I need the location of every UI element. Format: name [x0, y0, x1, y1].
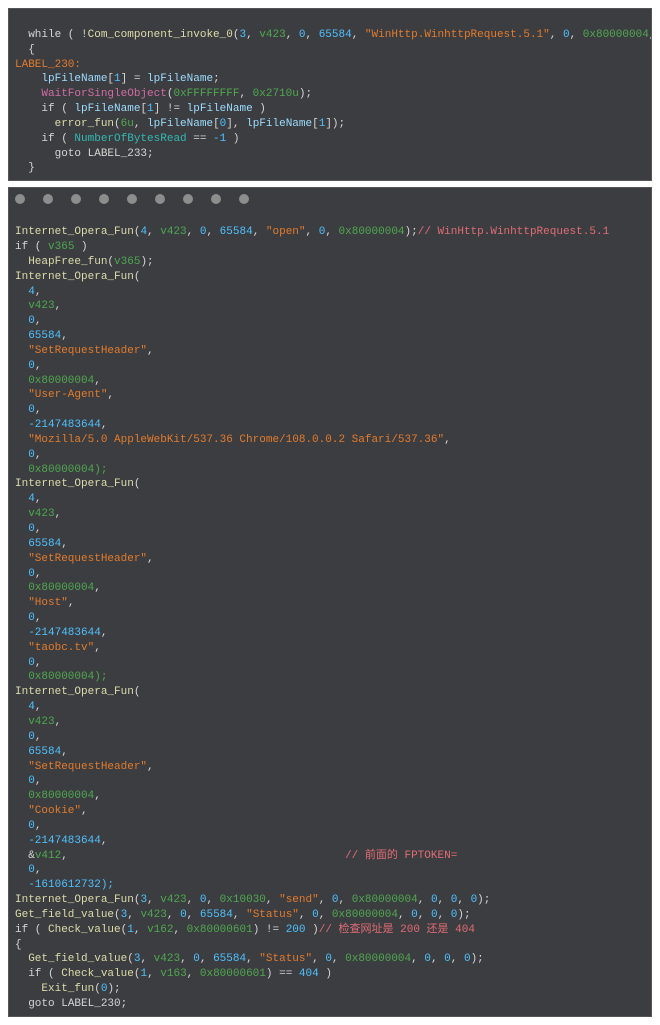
- code-line: if ( Check_value(1, v162, 0x80000601) !=…: [15, 924, 475, 936]
- code-line: Internet_Opera_Fun(: [15, 271, 140, 283]
- dot-icon: [99, 194, 109, 204]
- code-block-1: while ( !Com_component_invoke_0(3, v423,…: [8, 8, 652, 181]
- dot-icon: [155, 194, 165, 204]
- code-line: 0,: [15, 315, 41, 327]
- code-line: 65584,: [15, 538, 68, 550]
- code-line: 4,: [15, 493, 41, 505]
- code-line: {: [15, 939, 22, 951]
- code-line: "Host",: [15, 597, 74, 609]
- dot-icon: [127, 194, 137, 204]
- code-line: 4,: [15, 286, 41, 298]
- code-line: goto LABEL_233;: [15, 148, 154, 160]
- code-line: Get_field_value(3, v423, 0, 65584, "Stat…: [15, 909, 471, 921]
- code-line: -2147483644,: [15, 835, 107, 847]
- code-line: while ( !Com_component_invoke_0(3, v423,…: [15, 29, 652, 41]
- dot-icon: [211, 194, 221, 204]
- code-line: 0x80000004);: [15, 464, 107, 476]
- code-line: 0,: [15, 731, 41, 743]
- code-line: 0,: [15, 449, 41, 461]
- code-line: Internet_Opera_Fun(: [15, 478, 140, 490]
- code-line: goto LABEL_230;: [15, 998, 127, 1010]
- code-line: 0,: [15, 657, 41, 669]
- code-line: 0,: [15, 568, 41, 580]
- code-block-2: Internet_Opera_Fun(4, v423, 0, 65584, "o…: [8, 208, 652, 1017]
- code-line: if ( v365 ): [15, 241, 88, 253]
- code-line: 0,: [15, 864, 41, 876]
- code-line: "Cookie",: [15, 805, 88, 817]
- code-line: "taobc.tv",: [15, 642, 101, 654]
- code-line: -1610612732);: [15, 879, 114, 891]
- code-line: v423,: [15, 508, 61, 520]
- code-line: 0,: [15, 360, 41, 372]
- code-line: 65584,: [15, 330, 68, 342]
- dots-separator: [8, 187, 652, 208]
- dot-icon: [239, 194, 249, 204]
- code-line: if ( Check_value(1, v163, 0x80000601) ==…: [15, 968, 332, 980]
- code-line: "SetRequestHeader",: [15, 761, 154, 773]
- code-label: LABEL_230:: [15, 59, 81, 71]
- code-line: v423,: [15, 300, 61, 312]
- code-line: "Mozilla/5.0 AppleWebKit/537.36 Chrome/1…: [15, 434, 451, 446]
- code-line: "User-Agent",: [15, 389, 114, 401]
- code-line: HeapFree_fun(v365);: [15, 256, 154, 268]
- code-line: if ( NumberOfBytesRead == -1 ): [15, 133, 239, 145]
- code-line: -2147483644,: [15, 419, 107, 431]
- code-line: }: [15, 162, 35, 174]
- code-line: "SetRequestHeader",: [15, 553, 154, 565]
- code-line: WaitForSingleObject(0xFFFFFFFF, 0x2710u)…: [15, 88, 312, 100]
- code-line: 0,: [15, 820, 41, 832]
- code-line: {: [15, 44, 35, 56]
- code-line: 65584,: [15, 746, 68, 758]
- dot-icon: [15, 194, 25, 204]
- code-line: Internet_Opera_Fun(: [15, 686, 140, 698]
- code-line: error_fun(6u, lpFileName[0], lpFileName[…: [15, 118, 345, 130]
- code-line: 0,: [15, 775, 41, 787]
- code-line: lpFileName[1] = lpFileName;: [15, 73, 220, 85]
- code-line: 0,: [15, 523, 41, 535]
- code-line: Internet_Opera_Fun(4, v423, 0, 65584, "o…: [15, 226, 609, 238]
- dot-icon: [71, 194, 81, 204]
- code-line: 0x80000004,: [15, 375, 101, 387]
- code-line: 4,: [15, 701, 41, 713]
- code-line: v423,: [15, 716, 61, 728]
- code-line: 0,: [15, 612, 41, 624]
- code-line: 0,: [15, 404, 41, 416]
- dot-icon: [43, 194, 53, 204]
- code-line: -2147483644,: [15, 627, 107, 639]
- dot-icon: [183, 194, 193, 204]
- code-line: Get_field_value(3, v423, 0, 65584, "Stat…: [15, 953, 484, 965]
- code-line: Internet_Opera_Fun(3, v423, 0, 0x10030, …: [15, 894, 490, 906]
- code-line: 0x80000004);: [15, 671, 107, 683]
- code-line: if ( lpFileName[1] != lpFileName ): [15, 103, 266, 115]
- code-line: 0x80000004,: [15, 582, 101, 594]
- code-line: "SetRequestHeader",: [15, 345, 154, 357]
- code-line: Exit_fun(0);: [15, 983, 121, 995]
- code-line: &v412, // 前面的 FPTOKEN=: [15, 850, 457, 862]
